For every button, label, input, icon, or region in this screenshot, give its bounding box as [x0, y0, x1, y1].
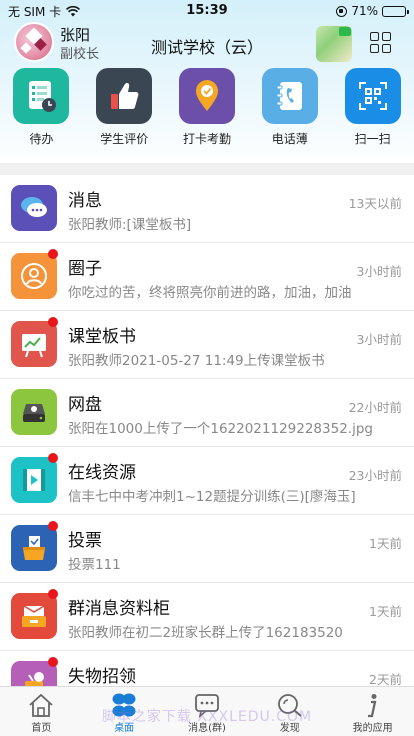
list-item-title: 课堂板书 — [68, 327, 136, 347]
list-item-cloud-drive[interactable]: 网盘 张阳在1000上传了一个1622021129228352.jpg 22小时… — [0, 379, 414, 447]
list-item-subtitle: 你吃过的苦，终将照亮你前进的路，加油，加油 — [68, 285, 352, 301]
top-bar: 张阳 副校长 测试学校（云） — [0, 22, 414, 66]
list-item-time: 3小时前 — [356, 264, 402, 279]
home-icon — [29, 693, 53, 717]
list-item-time: 3小时前 — [356, 332, 402, 347]
tab-label: 发现 — [279, 723, 300, 734]
avatar[interactable] — [14, 22, 54, 62]
list-item-circle[interactable]: 圈子 你吃过的苦，终将照亮你前进的路，加油，加油 3小时前 — [0, 243, 414, 311]
quick-action-todo[interactable]: 待办 — [0, 68, 83, 152]
unread-dot — [48, 249, 58, 259]
tab-label: 消息(群) — [188, 723, 226, 734]
quick-action-scan[interactable]: 扫一扫 — [331, 68, 414, 152]
list-item-title: 投票 — [68, 531, 102, 551]
tab-discover[interactable]: 发现 — [248, 687, 331, 736]
quick-action-label: 扫一扫 — [354, 132, 391, 146]
user-role: 副校长 — [60, 47, 100, 62]
todo-icon — [13, 68, 70, 124]
desktop-icon — [112, 693, 136, 717]
list-item-subtitle: 张阳在1000上传了一个1622021129228352.jpg — [68, 421, 373, 437]
list-item-title: 在线资源 — [68, 463, 136, 483]
list-item-subtitle: 张阳教师2021-05-27 11:49上传课堂板书 — [68, 353, 325, 369]
info-icon — [367, 694, 377, 718]
tab-desktop[interactable]: 桌面 — [83, 687, 166, 736]
wechat-badge-icon — [339, 27, 351, 36]
hard-disk-icon — [11, 389, 57, 435]
list-item-time: 1天前 — [369, 604, 402, 619]
chat-bubbles-icon — [11, 185, 57, 231]
status-bar: 无 SIM 卡 15:39 71% — [0, 0, 414, 22]
list-item-time: 22小时前 — [348, 400, 402, 415]
quick-actions: 待办 学生评价 打卡考勤 电话薄 扫一扫 — [0, 68, 414, 152]
quick-action-attendance[interactable]: 打卡考勤 — [166, 68, 249, 152]
grid-menu-icon[interactable] — [370, 32, 392, 54]
list-item-time: 23小时前 — [348, 468, 402, 483]
user-name: 张阳 — [60, 26, 91, 44]
list-item-title: 圈子 — [68, 259, 102, 279]
wifi-icon — [66, 5, 81, 16]
qr-scan-icon — [344, 68, 401, 124]
thumbs-up-icon — [96, 68, 153, 124]
quick-action-phone-book[interactable]: 电话薄 — [248, 68, 331, 152]
list-item-online-resources[interactable]: 在线资源 信丰七中中考冲刺1~12题提分训练(三)[廖海玉] 23小时前 — [0, 447, 414, 515]
location-pin-icon — [178, 68, 235, 124]
tab-label: 首页 — [31, 723, 52, 734]
list-item-blackboard[interactable]: 课堂板书 张阳教师2021-05-27 11:49上传课堂板书 3小时前 — [0, 311, 414, 379]
phone-book-icon — [261, 68, 318, 124]
school-logo-icon[interactable] — [316, 26, 352, 62]
carrier-text: 无 SIM 卡 — [8, 4, 62, 19]
bottom-tab-bar: 首页 桌面 消息(群) 发现 我的应用 — [0, 686, 414, 736]
tab-label: 我的应用 — [352, 723, 393, 734]
unread-dot — [48, 317, 58, 327]
list-item-title: 群消息资料柜 — [68, 599, 170, 619]
tab-my-apps[interactable]: 我的应用 — [331, 687, 414, 736]
tab-home[interactable]: 首页 — [0, 687, 83, 736]
list-item-subtitle: 投票111 — [68, 557, 121, 573]
quick-action-label: 电话薄 — [271, 132, 308, 146]
discover-icon — [277, 694, 302, 717]
list-item-title: 网盘 — [68, 395, 102, 415]
list-item-messages[interactable]: 消息 张阳教师:[课堂板书] 13天以前 — [0, 175, 414, 243]
list-item-subtitle: 张阳教师:[课堂板书] — [68, 217, 192, 233]
tab-label: 桌面 — [114, 723, 135, 734]
unread-dot — [48, 521, 58, 531]
list-item-time: 13天以前 — [348, 196, 402, 211]
list-item-subtitle: 信丰七中中考冲刺1~12题提分训练(三)[廖海玉] — [68, 489, 356, 505]
list-item-title: 消息 — [68, 191, 102, 211]
quick-action-label: 待办 — [29, 132, 54, 146]
battery-percent: 71% — [351, 4, 378, 18]
unread-dot — [48, 453, 58, 463]
rotation-lock-icon — [336, 5, 348, 17]
unread-dot — [48, 657, 58, 667]
quick-action-label: 学生评价 — [100, 132, 149, 146]
mail-cabinet-icon — [11, 593, 57, 639]
list-item-time: 1天前 — [369, 536, 402, 551]
battery-icon — [382, 5, 409, 17]
unread-dot — [48, 589, 58, 599]
quick-action-student-evaluation[interactable]: 学生评价 — [83, 68, 166, 152]
list-item-title: 失物招领 — [68, 667, 136, 687]
circle-people-icon — [11, 253, 57, 299]
list-item-group-files[interactable]: 群消息资料柜 张阳教师在初二2班家长群上传了162183520 1天前 — [0, 583, 414, 651]
video-film-icon — [11, 457, 57, 503]
message-icon — [195, 694, 219, 718]
app-list: 消息 张阳教师:[课堂板书] 13天以前 圈子 你吃过的苦，终将照亮你前进的路，… — [0, 175, 414, 719]
list-item-vote[interactable]: 投票 投票111 1天前 — [0, 515, 414, 583]
ballot-box-icon — [11, 525, 57, 571]
tab-group-messages[interactable]: 消息(群) — [166, 687, 249, 736]
section-divider — [0, 163, 414, 175]
list-item-subtitle: 张阳教师在初二2班家长群上传了162183520 — [68, 625, 343, 641]
blackboard-icon — [11, 321, 57, 367]
quick-action-label: 打卡考勤 — [182, 132, 231, 146]
